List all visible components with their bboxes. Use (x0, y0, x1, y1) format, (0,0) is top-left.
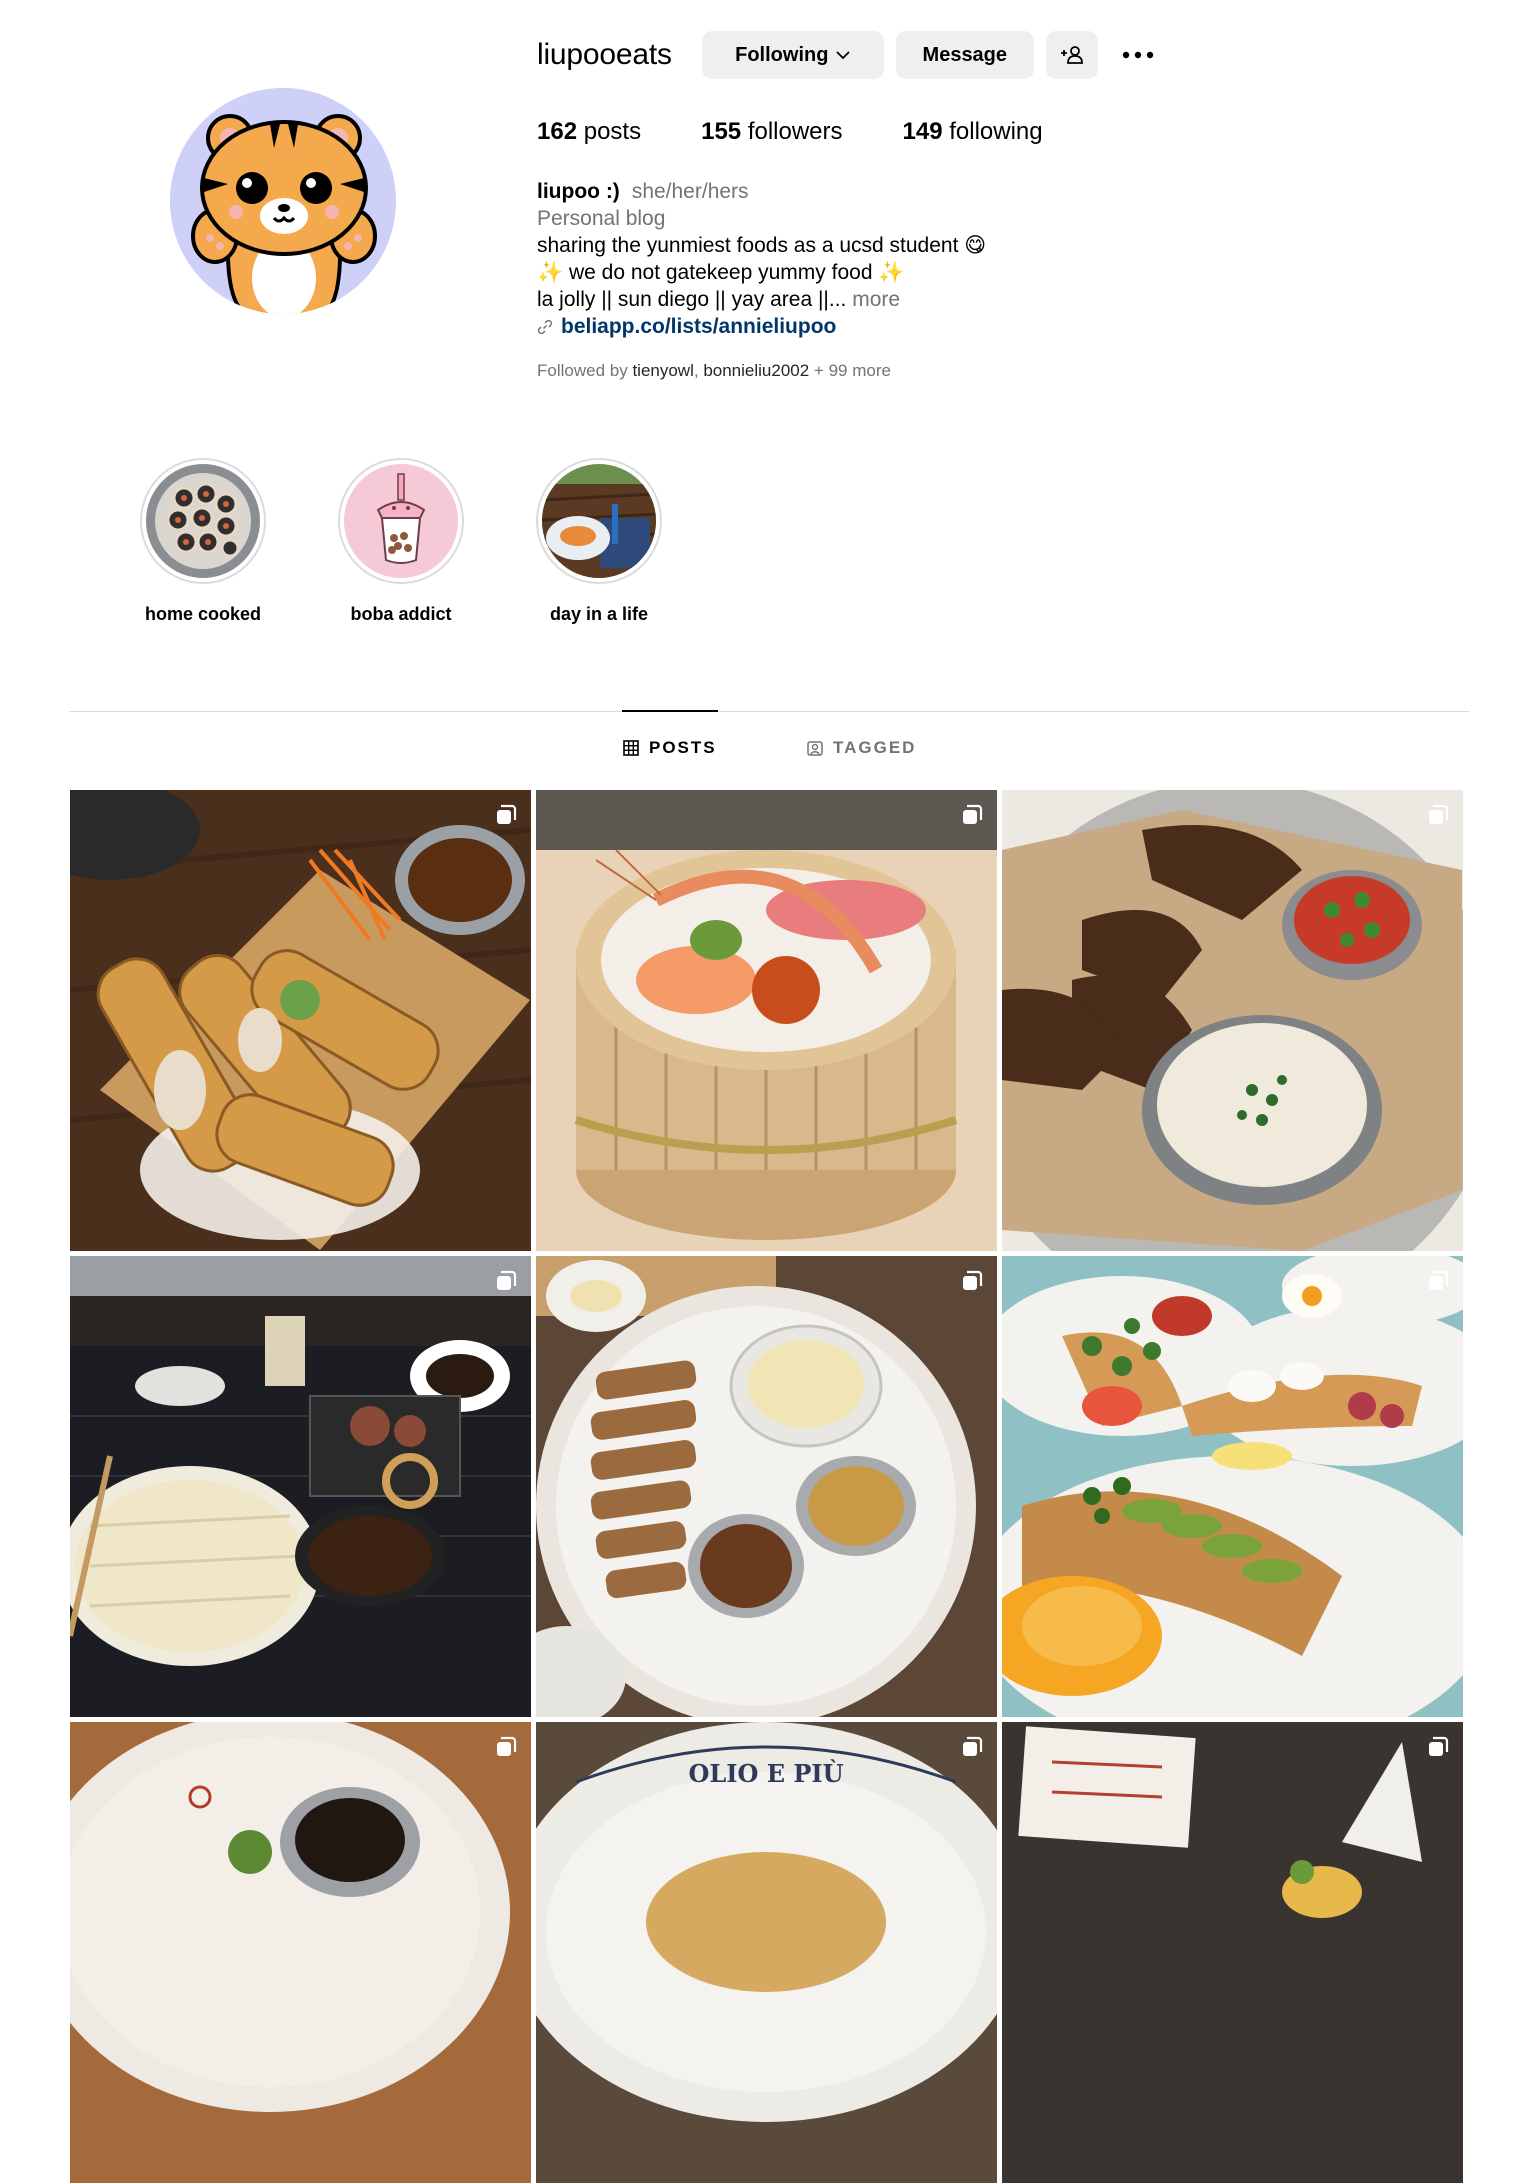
carousel-icon (495, 1270, 517, 1297)
bio-line-2: ✨ we do not gatekeep yummy food ✨ (537, 261, 905, 284)
more-dots-icon (1122, 51, 1154, 59)
highlight-cover (140, 458, 266, 584)
carousel-icon (1427, 804, 1449, 831)
carousel-icon (961, 1270, 983, 1297)
profile-bio: liupoo :) she/her/hers Personal blog shar… (537, 178, 1097, 340)
highlight-label: boba addict (350, 604, 452, 624)
carousel-icon (1427, 1736, 1449, 1763)
carousel-icon (495, 804, 517, 831)
suggest-people-button[interactable] (1045, 31, 1098, 79)
following-stat[interactable]: 149 following (903, 118, 1043, 146)
post-thumbnail[interactable] (70, 1256, 531, 1717)
active-tab-indicator (622, 710, 718, 712)
bio-line-3: la jolly || sun diego || yay area ||... (537, 288, 847, 311)
followed-by-prefix: Followed by (537, 361, 633, 380)
highlight-label: day in a life (549, 604, 649, 624)
post-thumbnail[interactable] (536, 1256, 997, 1717)
grid-icon (623, 740, 649, 756)
username-row: liupooeats Following Message (537, 30, 1160, 80)
following-count: 149 (902, 118, 943, 145)
highlight-boba-addict[interactable]: boba addict (336, 458, 466, 625)
carousel-icon (961, 1736, 983, 1763)
following-label: Following (735, 43, 829, 66)
highlight-home-cooked[interactable]: home cooked (138, 458, 268, 625)
tabs-divider (69, 711, 1469, 712)
posts-label: posts (583, 118, 642, 145)
profile-stats: 162 posts 155 followers 149 following (537, 118, 1103, 146)
posts-count: 162 (537, 118, 578, 145)
highlight-label: home cooked (144, 604, 262, 624)
post-thumbnail[interactable]: OLIO E PIÙ (536, 1722, 997, 2183)
story-highlights: home cooked boba addict day in a life (138, 458, 732, 625)
followed-by-suffix: + 99 more (809, 361, 891, 380)
carousel-icon (1427, 1270, 1449, 1297)
post-thumbnail[interactable] (70, 1722, 531, 2183)
followers-label: followers (747, 118, 843, 145)
highlight-thumbnail (542, 464, 656, 578)
svg-text:OLIO E PIÙ: OLIO E PIÙ (688, 1759, 843, 1788)
highlight-cover (338, 458, 464, 584)
username: liupooeats (537, 38, 672, 71)
post-thumbnail[interactable] (536, 790, 997, 1251)
followed-by-user-2: bonnieliu2002 (703, 361, 810, 380)
pronouns: she/her/hers (631, 180, 749, 203)
profile-header: liupooeats Following Message 162 posts 1… (0, 0, 1538, 640)
post-thumbnail[interactable] (1002, 1256, 1463, 1717)
tab-posts-label: POSTS (649, 738, 717, 757)
options-button[interactable] (1116, 31, 1160, 79)
add-person-icon (1060, 45, 1084, 65)
message-button[interactable]: Message (895, 31, 1034, 79)
highlight-thumbnail (344, 464, 458, 578)
category: Personal blog (537, 207, 666, 230)
followers-count: 155 (701, 118, 742, 145)
post-thumbnail[interactable] (70, 790, 531, 1251)
followers-stat[interactable]: 155 followers (701, 118, 842, 146)
carousel-icon (495, 1736, 517, 1763)
posts-stat: 162 posts (537, 118, 641, 146)
post-thumbnail[interactable] (1002, 1722, 1463, 2183)
followed-by[interactable]: Followed by tienyowl, bonnieliu2002 + 99… (537, 361, 891, 381)
profile-avatar[interactable] (170, 88, 396, 314)
bio-link-text: beliapp.co/lists/annieliupoo (561, 315, 837, 338)
tab-tagged-label: TAGGED (833, 738, 917, 757)
followed-by-user-1: tienyowl (632, 361, 694, 380)
highlight-day-in-a-life[interactable]: day in a life (534, 458, 664, 625)
bio-more-link[interactable]: more (846, 288, 900, 311)
following-stat-label: following (949, 118, 1043, 145)
highlight-cover (536, 458, 662, 584)
bio-line-1: sharing the yunmiest foods as a ucsd stu… (537, 234, 987, 257)
link-icon (537, 319, 553, 335)
chevron-down-icon (836, 50, 851, 60)
highlight-thumbnail (146, 464, 260, 578)
tab-posts[interactable]: POSTS (623, 738, 717, 758)
post-thumbnail[interactable] (1002, 790, 1463, 1251)
tagged-icon (807, 740, 833, 756)
profile-tabs: POSTS TAGGED (0, 738, 1538, 764)
carousel-icon (961, 804, 983, 831)
following-button[interactable]: Following (701, 31, 884, 79)
display-name: liupoo :) (537, 180, 620, 203)
bio-link[interactable]: beliapp.co/lists/annieliupoo (537, 313, 1097, 340)
tab-tagged[interactable]: TAGGED (807, 738, 916, 758)
followed-by-separator: , (693, 361, 704, 380)
